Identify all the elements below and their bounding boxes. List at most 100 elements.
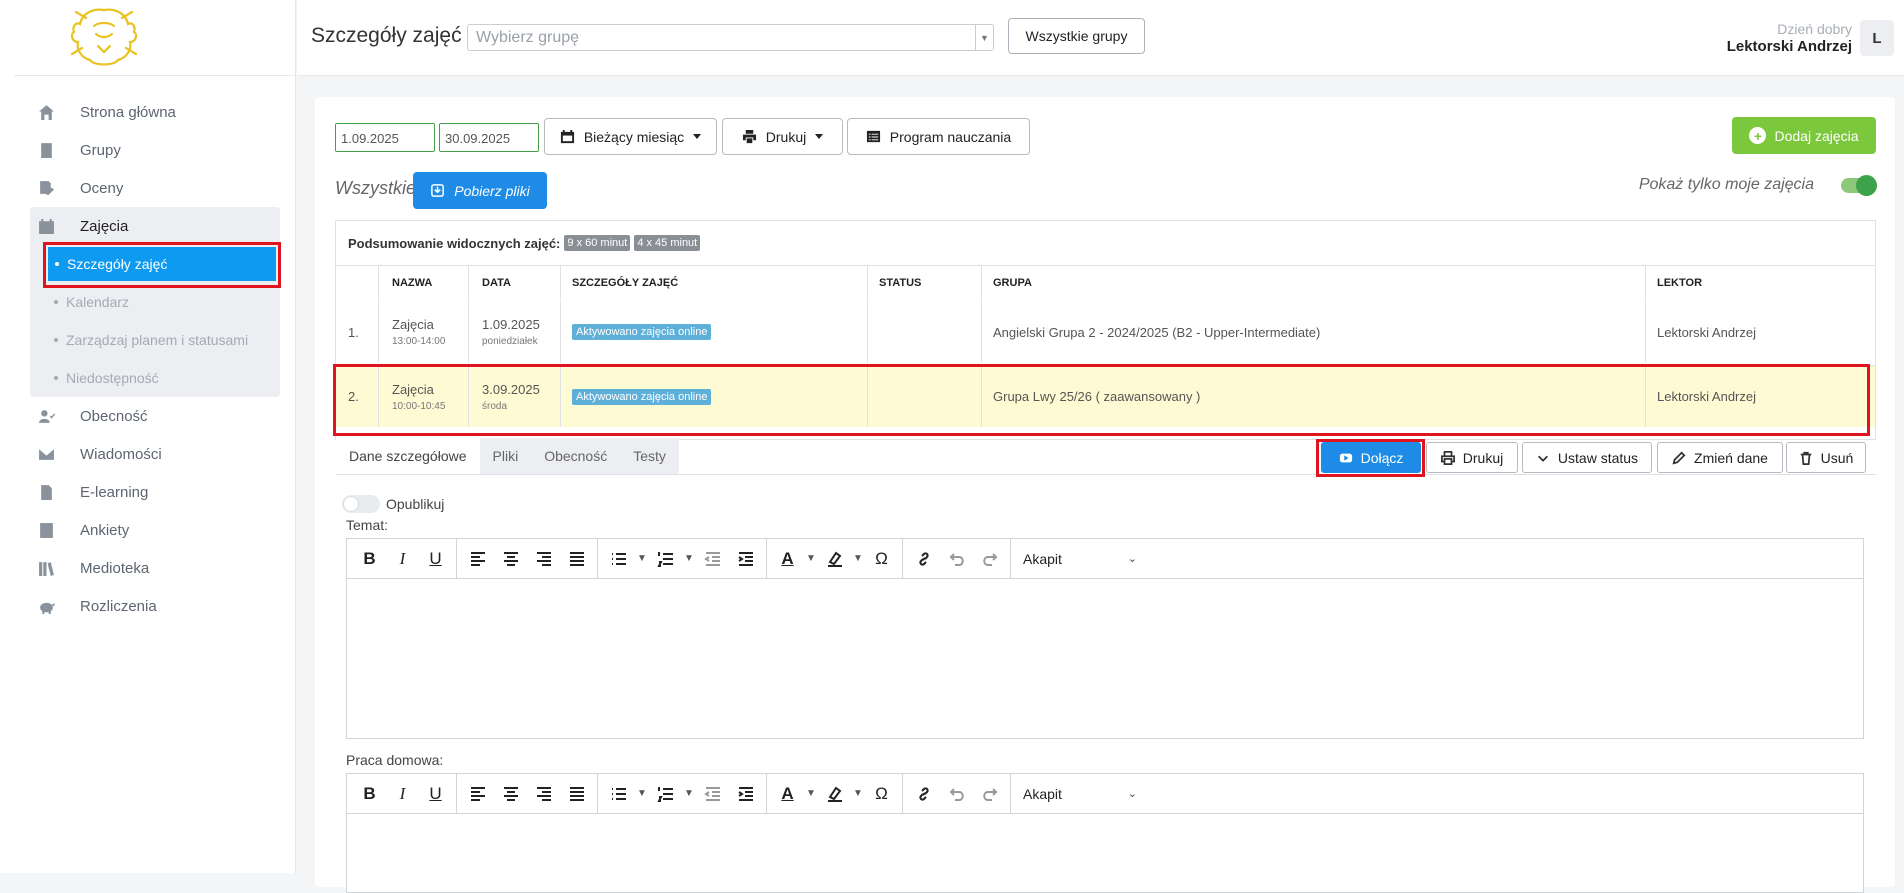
tab-attendance[interactable]: Obecność bbox=[531, 438, 621, 474]
print-dropdown-button[interactable]: Drukuj bbox=[722, 118, 843, 155]
tab-tests[interactable]: Testy bbox=[620, 438, 679, 474]
italic-icon[interactable]: I bbox=[386, 541, 419, 577]
underline-icon[interactable]: U bbox=[419, 776, 452, 812]
align-left-icon[interactable] bbox=[461, 541, 494, 577]
bold-icon[interactable]: B bbox=[353, 776, 386, 812]
all-groups-button[interactable]: Wszystkie grupy bbox=[1008, 18, 1145, 54]
align-justify-icon[interactable] bbox=[560, 776, 593, 812]
bold-icon[interactable]: B bbox=[353, 541, 386, 577]
undo-icon[interactable] bbox=[940, 776, 973, 812]
align-justify-icon[interactable] bbox=[560, 541, 593, 577]
bullet-list-icon[interactable] bbox=[602, 541, 635, 577]
highlight-color-icon[interactable] bbox=[818, 776, 851, 812]
chevron-down-icon[interactable]: ▼ bbox=[804, 776, 818, 812]
indent-icon[interactable] bbox=[729, 776, 762, 812]
indent-icon[interactable] bbox=[729, 541, 762, 577]
sidebar-item-label: Rozliczenia bbox=[80, 597, 157, 615]
column-header-group[interactable]: GRUPA bbox=[993, 277, 1032, 289]
chevron-down-icon[interactable]: ▼ bbox=[682, 776, 696, 812]
edit-button[interactable]: Zmień dane bbox=[1657, 442, 1783, 473]
filter-all-label: Wszystkie bbox=[335, 178, 416, 198]
chevron-down-icon[interactable]: ▼ bbox=[682, 541, 696, 577]
align-right-icon[interactable] bbox=[527, 541, 560, 577]
homework-text-area[interactable] bbox=[347, 814, 1863, 892]
editor-toolbar: B I U ▼ ▼ A ▼ ▼ Ω Akapit ⌄ bbox=[347, 538, 1863, 579]
outdent-icon[interactable] bbox=[696, 541, 729, 577]
chevron-down-icon[interactable]: ▼ bbox=[635, 541, 649, 577]
sidebar-item-surveys[interactable]: Ankiety bbox=[30, 511, 280, 549]
special-char-icon[interactable]: Ω bbox=[865, 776, 898, 812]
sidebar-subitem-calendar[interactable]: Kalendarz bbox=[30, 283, 280, 321]
underline-icon[interactable]: U bbox=[419, 541, 452, 577]
numbered-list-icon[interactable] bbox=[649, 541, 682, 577]
topic-text-area[interactable] bbox=[347, 579, 1863, 737]
align-center-icon[interactable] bbox=[494, 541, 527, 577]
avatar[interactable]: L bbox=[1860, 20, 1894, 56]
special-char-icon[interactable]: Ω bbox=[865, 541, 898, 577]
align-left-icon[interactable] bbox=[461, 776, 494, 812]
italic-icon[interactable]: I bbox=[386, 776, 419, 812]
sidebar-item-media-library[interactable]: Medioteka bbox=[30, 549, 280, 587]
sidebar-item-messages[interactable]: Wiadomości bbox=[30, 435, 280, 473]
delete-button[interactable]: Usuń bbox=[1786, 442, 1866, 473]
class-time: 13:00-14:00 bbox=[392, 336, 446, 347]
add-class-button[interactable]: + Dodaj zajęcia bbox=[1732, 117, 1876, 154]
group-select[interactable]: Wybierz grupę ▼ bbox=[467, 24, 994, 51]
paragraph-format-select[interactable]: Akapit ⌄ bbox=[1015, 776, 1145, 812]
print-button[interactable]: Drukuj bbox=[1426, 442, 1518, 473]
column-header-teacher[interactable]: LEKTOR bbox=[1657, 277, 1702, 289]
redo-icon[interactable] bbox=[973, 776, 1006, 812]
column-header-status[interactable]: STATUS bbox=[879, 277, 921, 289]
chevron-down-icon[interactable]: ▼ bbox=[851, 541, 865, 577]
column-header-name[interactable]: NAZWA bbox=[392, 277, 432, 289]
sidebar-item-grades[interactable]: Oceny bbox=[30, 169, 280, 207]
sidebar-item-classes[interactable]: Zajęcia bbox=[30, 207, 280, 245]
paragraph-format-select[interactable]: Akapit ⌄ bbox=[1015, 541, 1145, 577]
text-color-icon[interactable]: A bbox=[771, 541, 804, 577]
bullet-list-icon[interactable] bbox=[602, 776, 635, 812]
lion-logo[interactable] bbox=[64, 4, 144, 70]
sidebar-subitem-unavailability[interactable]: Niedostępność bbox=[30, 359, 280, 397]
class-group-cell: Angielski Grupa 2 - 2024/2025 (B2 - Uppe… bbox=[981, 301, 1645, 363]
sidebar-item-billing[interactable]: Rozliczenia bbox=[30, 587, 280, 625]
highlight-color-icon[interactable] bbox=[818, 541, 851, 577]
sidebar: Strona główna Grupy Oceny Zajęcia Szczeg… bbox=[0, 0, 296, 873]
sidebar-subitem-class-details[interactable]: Szczegóły zajęć bbox=[48, 247, 276, 281]
undo-icon[interactable] bbox=[940, 541, 973, 577]
publish-switch[interactable] bbox=[342, 495, 380, 513]
align-right-icon[interactable] bbox=[527, 776, 560, 812]
current-month-button[interactable]: Bieżący miesiąc bbox=[544, 118, 717, 155]
chevron-down-icon[interactable]: ▼ bbox=[975, 25, 993, 50]
sidebar-subitem-manage-plan[interactable]: Zarządzaj planem i statusami bbox=[30, 321, 280, 359]
set-status-button[interactable]: Ustaw status bbox=[1522, 442, 1652, 473]
outdent-icon[interactable] bbox=[696, 776, 729, 812]
redo-icon[interactable] bbox=[973, 541, 1006, 577]
chevron-down-icon[interactable]: ▼ bbox=[635, 776, 649, 812]
only-mine-toggle[interactable] bbox=[1841, 175, 1877, 196]
chevron-down-icon[interactable]: ▼ bbox=[851, 776, 865, 812]
sidebar-item-attendance[interactable]: Obecność bbox=[30, 397, 280, 435]
text-color-icon[interactable]: A bbox=[771, 776, 804, 812]
link-icon[interactable] bbox=[907, 541, 940, 577]
sidebar-item-groups[interactable]: Grupy bbox=[30, 131, 280, 169]
sidebar-item-elearning[interactable]: E-learning bbox=[30, 473, 280, 511]
download-files-button[interactable]: Pobierz pliki bbox=[413, 172, 547, 209]
table-row-selected[interactable]: 2. Zajęcia 10:00-10:45 3.09.2025 środa A… bbox=[336, 365, 1875, 427]
chevron-down-icon[interactable]: ▼ bbox=[804, 541, 818, 577]
sidebar-item-home[interactable]: Strona główna bbox=[30, 93, 280, 131]
publish-toggle[interactable]: Opublikuj bbox=[342, 495, 444, 513]
link-icon[interactable] bbox=[907, 776, 940, 812]
topic-editor: B I U ▼ ▼ A ▼ ▼ Ω Akapit ⌄ bbox=[346, 538, 1864, 739]
join-button[interactable]: Dołącz bbox=[1321, 442, 1421, 473]
column-header-date[interactable]: DATA bbox=[482, 277, 511, 289]
table-row[interactable]: 1. Zajęcia 13:00-14:00 1.09.2025 poniedz… bbox=[336, 301, 1875, 363]
date-to-input[interactable]: 30.09.2025 bbox=[439, 123, 539, 152]
numbered-list-icon[interactable] bbox=[649, 776, 682, 812]
tab-files[interactable]: Pliki bbox=[479, 438, 532, 474]
tab-details[interactable]: Dane szczegółowe bbox=[336, 438, 480, 474]
curriculum-button[interactable]: Program nauczania bbox=[847, 118, 1030, 155]
align-center-icon[interactable] bbox=[494, 776, 527, 812]
editor-toolbar: B I U ▼ ▼ A ▼ ▼ Ω Akapit ⌄ bbox=[347, 773, 1863, 814]
column-header-details[interactable]: SZCZEGÓŁY ZAJĘĆ bbox=[572, 277, 678, 289]
date-from-input[interactable]: 1.09.2025 bbox=[335, 123, 435, 152]
